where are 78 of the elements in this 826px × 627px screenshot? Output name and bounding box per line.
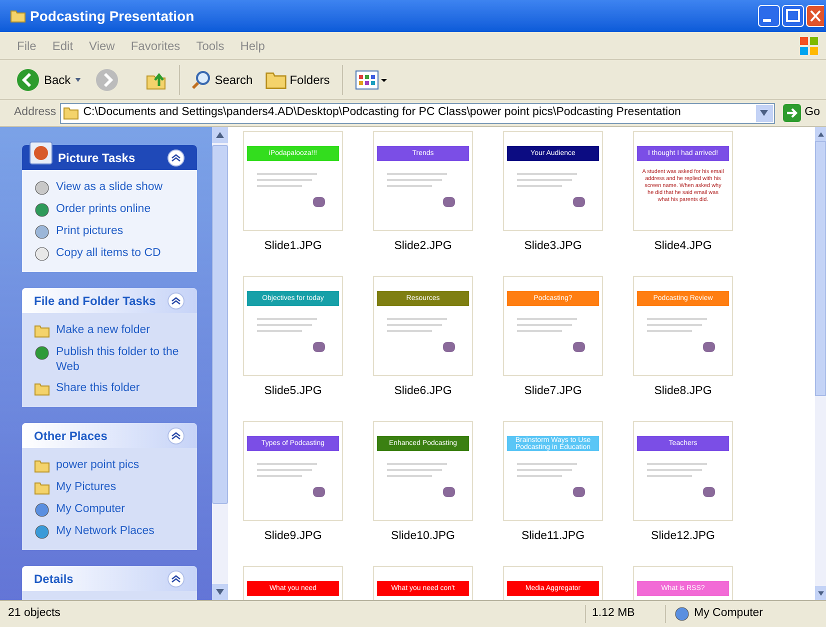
shared-folder-icon — [34, 381, 50, 397]
dropdown-button[interactable] — [756, 104, 773, 122]
panel-header[interactable]: Other Places — [22, 423, 197, 448]
file-name[interactable]: Slide11.JPG — [521, 528, 585, 546]
down-arrow-icon — [216, 589, 224, 595]
collapse-icon[interactable] — [167, 148, 185, 166]
panel-title: File and Folder Tasks — [34, 292, 156, 310]
file-name[interactable]: Slide7.JPG — [524, 383, 582, 400]
up-arrow-icon — [818, 132, 824, 136]
scroll-thumb[interactable] — [212, 145, 228, 504]
caret-icon — [74, 78, 81, 82]
file-name[interactable]: Slide9.JPG — [264, 528, 322, 546]
scroll-up-button[interactable] — [212, 127, 228, 143]
close-icon[interactable] — [806, 5, 824, 27]
task-link[interactable]: power point pics — [56, 458, 140, 473]
file-name[interactable]: Slide4.JPG — [654, 238, 712, 256]
picture-icon — [28, 140, 54, 166]
task-link[interactable]: My Pictures — [56, 480, 116, 495]
back-button[interactable]: Back — [16, 68, 81, 92]
pane-scrollbar[interactable] — [212, 127, 228, 600]
windows-logo-icon — [798, 34, 820, 56]
panel-title: Other Places — [34, 428, 108, 444]
menu-item[interactable]: File — [17, 36, 36, 54]
pictures-folder-icon — [34, 480, 50, 496]
collapse-icon[interactable] — [167, 426, 185, 444]
panel-title: Picture Tasks — [58, 150, 136, 166]
file-name[interactable]: Slide3.JPG — [524, 238, 582, 256]
file-name[interactable]: Slide5.JPG — [264, 383, 322, 400]
panel-title: Details — [34, 570, 74, 588]
file-name[interactable]: Slide8.JPG — [654, 383, 712, 400]
object-count: 21 objects — [7, 606, 62, 622]
scroll-up-button[interactable] — [815, 127, 826, 141]
folder-icon — [34, 323, 50, 339]
up-arrow-icon — [216, 132, 224, 138]
folder-icon — [34, 458, 50, 474]
menu-item[interactable]: Help — [240, 36, 265, 54]
zone-label: My Computer — [694, 606, 764, 622]
search-button[interactable]: Search — [190, 68, 253, 90]
task-link[interactable]: Publish this folder to the Web — [56, 345, 185, 375]
task-link[interactable]: My Computer — [56, 502, 126, 517]
file-name[interactable]: Slide6.JPG — [394, 383, 452, 400]
folder-icon — [10, 8, 26, 24]
panel-header[interactable]: Details — [22, 566, 197, 591]
collapse-icon[interactable] — [167, 570, 185, 588]
folder-icon — [63, 105, 80, 121]
file-name[interactable]: Slide1.JPG — [264, 238, 322, 256]
file-name[interactable]: Slide2.JPG — [394, 238, 452, 256]
view-scrollbar[interactable] — [815, 127, 826, 600]
go-button[interactable]: Go — [782, 104, 820, 122]
menu-item[interactable]: View — [89, 36, 115, 54]
collapse-icon[interactable] — [167, 292, 185, 310]
scroll-down-button[interactable] — [815, 586, 826, 600]
window-title: Podcasting Presentation — [30, 6, 194, 26]
search-icon — [190, 68, 212, 90]
maximize-icon[interactable] — [782, 5, 804, 27]
scroll-down-button[interactable] — [212, 584, 228, 600]
task-link[interactable]: My Network Places — [56, 524, 154, 539]
file-name[interactable]: Slide12.JPG — [651, 528, 715, 546]
file-name[interactable]: Slide10.JPG — [391, 528, 455, 546]
menu-item[interactable]: Favorites — [130, 36, 180, 54]
task-link[interactable]: Copy all items to CD — [56, 246, 161, 261]
caret-icon — [760, 110, 768, 116]
address-field[interactable]: C:\Documents and Settings\panders4.AD\Desktop\Podcasting for PC Class\power point pics\Podcasting Presentation — [60, 102, 775, 124]
panel-header[interactable]: File and Folder Tasks — [22, 288, 197, 313]
menu-item[interactable]: Edit — [52, 36, 74, 54]
task-link[interactable]: Share this folder — [56, 381, 140, 396]
total-size: 1.12 MB — [585, 605, 665, 623]
address-label: Address — [14, 105, 56, 120]
views-icon[interactable] — [354, 68, 389, 90]
task-link[interactable]: View as a slide show — [56, 180, 163, 195]
minimize-icon[interactable] — [758, 5, 780, 27]
task-link[interactable]: Print pictures — [56, 224, 124, 239]
task-link[interactable]: Order prints online — [56, 202, 151, 217]
task-link[interactable]: Make a new folder — [56, 323, 150, 338]
down-arrow-icon — [818, 590, 824, 596]
folders-button[interactable]: Folders — [264, 68, 330, 90]
menu-item[interactable]: Tools — [196, 36, 224, 54]
scroll-thumb[interactable] — [815, 141, 826, 396]
